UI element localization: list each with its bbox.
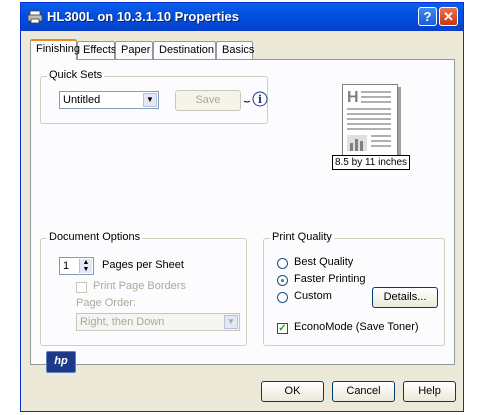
title-bar[interactable]: HL300L on 10.3.1.10 Properties ? ✕	[21, 3, 463, 31]
custom-radio[interactable]	[277, 292, 288, 303]
finishing-panel: Quick Sets Untitled ▼ Save i H 8.5 by 11…	[30, 59, 455, 373]
title-close-button[interactable]: ✕	[439, 7, 458, 26]
window-title: HL300L on 10.3.1.10 Properties	[47, 9, 239, 24]
paper-size-label: 8.5 by 11 inches	[332, 155, 410, 170]
pages-per-sheet-label: Pages per Sheet	[102, 259, 184, 271]
chevron-down-icon: ▼	[224, 315, 238, 329]
tab-paper[interactable]: Paper	[115, 41, 153, 59]
document-options-title: Document Options	[47, 231, 143, 243]
info-icon[interactable]: i	[243, 89, 269, 109]
title-help-button[interactable]: ?	[418, 7, 437, 26]
quick-sets-group: Quick Sets Untitled ▼ Save i	[40, 69, 269, 124]
page-order-value: Right, then Down	[80, 316, 165, 328]
tab-basics[interactable]: Basics	[216, 41, 254, 59]
page-order-dropdown[interactable]: Right, then Down ▼	[76, 313, 240, 331]
tab-destination[interactable]: Destination	[153, 41, 216, 59]
tab-effects[interactable]: Effects	[77, 41, 116, 59]
custom-label: Custom	[294, 290, 332, 302]
best-quality-label: Best Quality	[294, 256, 354, 268]
printer-icon	[27, 10, 43, 24]
svg-text:i: i	[258, 93, 262, 106]
help-button[interactable]: Help	[403, 381, 456, 402]
properties-dialog: HL300L on 10.3.1.10 Properties ? ✕ Finis…	[20, 2, 464, 412]
print-quality-group: Print Quality Best Quality Faster Printi…	[263, 231, 445, 346]
best-quality-radio[interactable]	[277, 258, 288, 269]
save-button[interactable]: Save	[175, 90, 241, 111]
econo-mode-label: EconoMode (Save Toner)	[294, 321, 419, 333]
page-preview: H	[342, 84, 398, 156]
pages-per-sheet-spinner[interactable]: 1 ▲ ▼	[59, 257, 94, 275]
page-order-label: Page Order:	[76, 297, 136, 309]
faster-printing-radio[interactable]	[277, 275, 288, 286]
quick-sets-value: Untitled	[63, 94, 101, 106]
details-button[interactable]: Details...	[372, 287, 438, 308]
cancel-button[interactable]: Cancel	[332, 381, 395, 402]
print-quality-title: Print Quality	[270, 231, 334, 243]
print-page-borders-checkbox[interactable]	[76, 282, 87, 293]
quick-sets-title: Quick Sets	[47, 69, 105, 81]
tab-finishing[interactable]: Finishing	[30, 39, 80, 60]
document-options-group: Document Options 1 ▲ ▼ Pages per Sheet Pr…	[40, 231, 247, 346]
faster-printing-label: Faster Printing	[294, 273, 366, 285]
svg-text:H: H	[347, 89, 359, 106]
spinner-arrows-icon[interactable]: ▲ ▼	[79, 259, 92, 273]
chevron-down-icon: ▼	[143, 93, 157, 107]
pages-per-sheet-value: 1	[63, 260, 70, 272]
print-page-borders-label: Print Page Borders	[93, 280, 186, 292]
quick-sets-dropdown[interactable]: Untitled ▼	[59, 91, 159, 109]
ok-button[interactable]: OK	[261, 381, 324, 402]
hp-logo: hp	[46, 351, 76, 373]
econo-mode-checkbox[interactable]: ✓	[277, 323, 288, 334]
